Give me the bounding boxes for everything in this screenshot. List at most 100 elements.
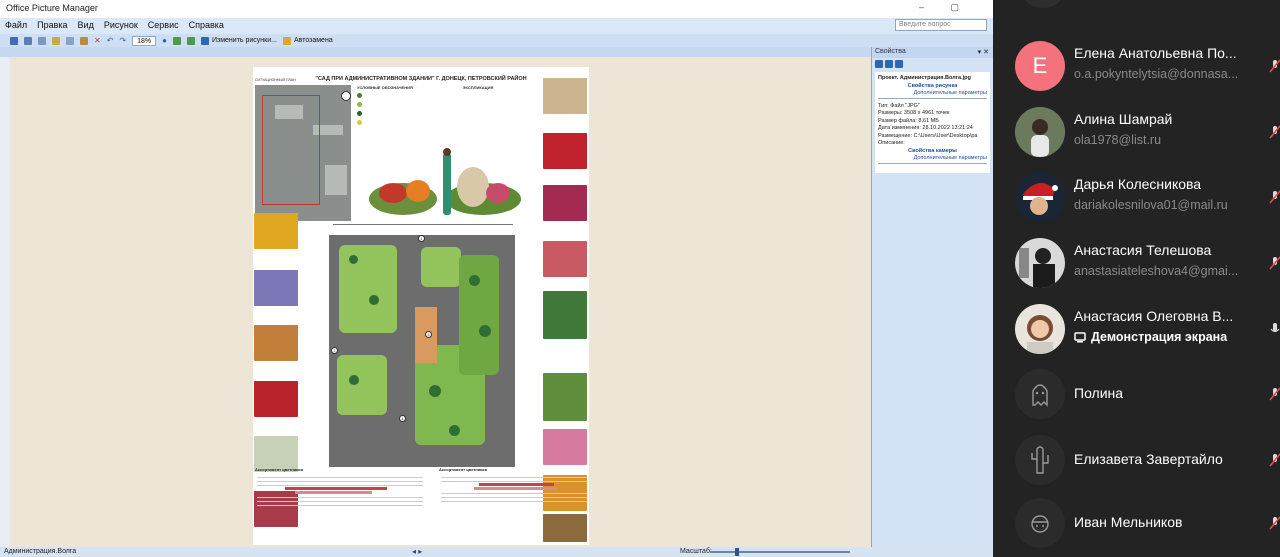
lawn-area [421, 247, 461, 287]
mic-muted-icon[interactable] [1268, 256, 1280, 270]
plant-photo-fir [543, 291, 587, 339]
camera-properties-link[interactable]: Свойства камеры [878, 148, 987, 156]
zoom-slider-thumb[interactable] [735, 548, 739, 556]
plant-photo-rose [254, 381, 298, 417]
undo-icon[interactable]: ↶ [107, 36, 114, 45]
participant-name: Алина Шамрай [1074, 111, 1173, 127]
menu-view[interactable]: Вид [73, 18, 99, 32]
status-filename: Администрация.Волга [4, 548, 77, 555]
help-search-input[interactable]: Введите вопрос [895, 19, 987, 31]
legend-dot-icon [357, 120, 362, 125]
picture-properties-link[interactable]: Свойства рисунка [878, 83, 987, 91]
participant-email: o.a.pokyntelytsia@donnasa... [1074, 67, 1239, 81]
legend-dot-icon [357, 102, 362, 107]
participant-name: Полина [1074, 385, 1124, 401]
back-icon[interactable] [875, 60, 883, 68]
explication-header: ЭКСПЛИКАЦИЯ [462, 85, 494, 90]
participant-row[interactable]: Полина [993, 361, 1280, 427]
mic-muted-icon[interactable] [1268, 516, 1280, 530]
paste-icon[interactable] [80, 36, 88, 45]
edit-pictures-button[interactable]: Изменить рисунки... [200, 36, 277, 45]
plan-marker: 2 [331, 347, 338, 354]
forward-icon[interactable] [885, 60, 893, 68]
menu-tools[interactable]: Сервис [143, 18, 184, 32]
copy-icon[interactable] [66, 36, 74, 45]
view-strip [0, 47, 871, 57]
extra-params-link-2[interactable]: Дополнительные параметры [878, 155, 987, 164]
landscape-poster-image: "САД ПРИ АДМИНИСТРАТИВНОМ ЗДАНИИ" Г. ДОН… [253, 67, 589, 545]
nav-arrows-icon[interactable]: ◂ ▸ [412, 547, 422, 557]
participant-email: dariakolesnilova01@mail.ru [1074, 198, 1228, 212]
avatar [1015, 172, 1065, 222]
plant-photo-red-flowers [543, 133, 587, 169]
redo-icon[interactable]: ↷ [119, 36, 126, 45]
menu-edit[interactable]: Правка [32, 18, 72, 32]
poster-explication: ЭКСПЛИКАЦИЯ [418, 85, 538, 90]
participant-name: Анастасия Олеговна В... [1074, 308, 1234, 324]
poster-title: "САД ПРИ АДМИНИСТРАТИВНОМ ЗДАНИИ" Г. ДОН… [315, 76, 527, 82]
lawn-area [459, 255, 499, 375]
avatar [1015, 304, 1065, 354]
flowerbed-table-2: Ассортимент цветников [439, 467, 589, 543]
screen-share-label: Демонстрация экрана [1091, 330, 1228, 344]
participant-row[interactable]: Анастасия Телешова anastasiateleshova4@g… [993, 230, 1280, 296]
menu-help[interactable]: Справка [184, 18, 229, 32]
mic-muted-icon[interactable] [1268, 190, 1280, 204]
plan-marker: 3 [425, 331, 432, 338]
print-icon[interactable] [24, 36, 32, 45]
prop-description: Описание: [878, 140, 905, 146]
north-arrow-icon [341, 91, 351, 101]
aerial-map: СИТУАЦИОННЫЙ ПЛАН [255, 78, 351, 221]
participant-row[interactable]: Дарья Колесникова dariakolesnilova01@mai… [993, 164, 1280, 230]
zoom-select[interactable]: 18% [132, 35, 157, 46]
plant-photo-sakura [543, 429, 587, 465]
rotate-left-icon[interactable] [172, 36, 181, 45]
email-icon[interactable] [38, 36, 46, 45]
participant-row[interactable]: Елизавета Завертайло [993, 427, 1280, 493]
mic-muted-icon[interactable] [1268, 59, 1280, 73]
participant-row[interactable]: Иван Мельников [993, 490, 1280, 556]
mic-muted-icon[interactable] [1268, 125, 1280, 139]
prop-modified: Дата изменения: 28.10.2022 13:21:24 [878, 125, 973, 131]
properties-body: Проект. Администрация.Волга.jpg Свойства… [875, 72, 990, 173]
participant-row[interactable]: Анастасия Олеговна В... Демонстрация экр… [993, 296, 1280, 362]
plant-photo-dahlia [543, 185, 587, 221]
zoom-icon[interactable]: ● [162, 36, 167, 45]
zoom-slider[interactable] [710, 551, 850, 553]
menu-file[interactable]: Файл [0, 18, 32, 32]
extra-params-link[interactable]: Дополнительные параметры [878, 90, 987, 99]
lawn-area [339, 245, 397, 333]
cut-icon[interactable] [52, 36, 60, 45]
pane-close-icon[interactable]: ▾ ✕ [978, 48, 989, 56]
menu-picture[interactable]: Рисунок [99, 18, 143, 32]
project-filename: Проект. Администрация.Волга.jpg [878, 75, 971, 81]
mic-muted-icon[interactable] [1268, 453, 1280, 467]
rotate-right-icon[interactable] [186, 36, 195, 45]
participant-name: Иван Мельников [1074, 514, 1183, 530]
delete-icon[interactable]: ✕ [94, 36, 101, 45]
mic-muted-icon[interactable] [1268, 387, 1280, 401]
properties-nav [872, 58, 993, 70]
tree-symbol [449, 425, 460, 436]
autocorrect-button[interactable]: Автозамена [282, 36, 333, 45]
participant-email: anastasiateleshova4@gmai... [1074, 264, 1239, 278]
mic-icon[interactable] [1268, 322, 1280, 336]
home-icon[interactable] [895, 60, 903, 68]
participant-name: Елизавета Завертайло [1074, 451, 1223, 467]
participant-email: ola1978@list.ru [1074, 133, 1162, 147]
window-controls[interactable]: ‒ ▢ [919, 2, 971, 13]
tree-symbol [469, 275, 480, 286]
participant-row[interactable]: Е Елена Анатольевна По... o.a.pokyntelyt… [993, 33, 1280, 99]
save-icon[interactable] [10, 36, 18, 45]
plant-photo-phlox [543, 241, 587, 277]
status-bar: Администрация.Волга ◂ ▸ Масштаб: [0, 547, 993, 557]
properties-header: Свойства ▾ ✕ [872, 47, 993, 58]
tree-symbol [349, 375, 359, 385]
avatar [1015, 238, 1065, 288]
aerial-building [325, 165, 347, 195]
avatar: Е [1015, 41, 1065, 91]
window-title: Office Picture Manager [6, 3, 98, 13]
participant-row[interactable]: Алина Шамрай ola1978@list.ru [993, 99, 1280, 165]
table-1-title: Ассортимент цветников [255, 467, 303, 472]
avatar [1015, 369, 1065, 419]
